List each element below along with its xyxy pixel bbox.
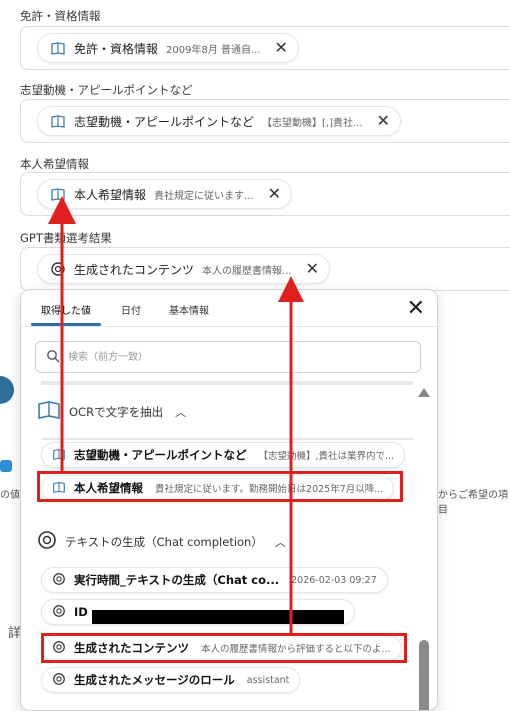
section-ocr[interactable]: OCRで文字を抽出 ︿ xyxy=(37,398,186,425)
chevron-up-icon: ︿ xyxy=(274,535,286,549)
section-gpt[interactable]: テキストの生成（Chat completion） ︿ xyxy=(37,530,286,553)
chip-gpt-result[interactable]: 生成されたコンテンツ 本人の履歴書情報... ✕ xyxy=(37,254,330,284)
background-text-b: からご希望の項目 xyxy=(438,490,508,516)
chip-title: 本人希望情報 xyxy=(74,187,147,202)
chip-preference[interactable]: 本人希望情報 貴社規定に従います... ✕ xyxy=(37,179,292,209)
background-text-a: の値 xyxy=(0,490,20,501)
openai-icon xyxy=(52,572,68,588)
highlight-box-preference xyxy=(37,471,403,502)
tab-bar: 取得した値 日付 基本情報 xyxy=(21,290,437,327)
section-title: テキストの生成（Chat completion） xyxy=(65,534,263,549)
item-title: 生成されたメッセージのロール xyxy=(74,673,235,687)
search-icon xyxy=(46,348,60,367)
chip-value: 【志望動機】[,]貴社... xyxy=(262,117,363,129)
chip-license[interactable]: 免許・資格情報 2009年8月 普通自... ✕ xyxy=(37,33,299,63)
search-box[interactable] xyxy=(35,341,421,373)
field-label-preference: 本人希望情報 xyxy=(20,157,89,171)
remove-icon[interactable]: ✕ xyxy=(275,40,288,56)
list-item[interactable]: ID xyxy=(41,599,355,625)
ocr-book-icon xyxy=(50,40,66,56)
chip-value: 本人の履歴書情報... xyxy=(202,265,292,277)
chip-value: 貴社規定に従います... xyxy=(154,190,254,202)
openai-icon xyxy=(37,530,57,553)
tab-basic-info[interactable]: 基本情報 xyxy=(169,302,209,317)
highlight-box-generated-content xyxy=(41,633,407,663)
remove-icon[interactable]: ✕ xyxy=(306,261,319,277)
openai-icon xyxy=(50,261,66,277)
remove-icon[interactable]: ✕ xyxy=(377,113,390,129)
scroll-up-icon[interactable] xyxy=(418,388,430,397)
item-value: 2026-02-03 09:27 xyxy=(291,574,377,586)
chip-value: 2009年8月 普通自... xyxy=(166,44,261,56)
ocr-book-icon xyxy=(50,186,66,202)
field-label-gpt-result: GPT書類選考結果 xyxy=(20,231,112,245)
field-license[interactable]: 免許・資格情報 2009年8月 普通自... ✕ xyxy=(20,26,510,70)
chip-motivation[interactable]: 志望動機・アピールポイントなど 【志望動機】[,]貴社... ✕ xyxy=(37,106,401,136)
background-badge-icon xyxy=(0,460,12,472)
background-button-edge xyxy=(0,376,14,404)
ocr-book-icon xyxy=(50,113,66,129)
chip-title: 志望動機・アピールポイントなど xyxy=(74,114,255,129)
scroll-thumb[interactable] xyxy=(419,640,429,710)
openai-icon xyxy=(52,604,68,620)
list-item[interactable]: 志望動機・アピールポイントなど 【志望動機】,貴社は業界内で... xyxy=(41,442,406,468)
openai-icon xyxy=(52,672,68,688)
field-gpt-result[interactable]: 生成されたコンテンツ 本人の履歴書情報... ✕ xyxy=(20,247,510,291)
scrollbar[interactable] xyxy=(418,380,430,710)
active-tab-indicator xyxy=(31,323,101,326)
field-label-motivation: 志望動機・アピールポイントなど xyxy=(20,83,193,97)
field-preference[interactable]: 本人希望情報 貴社規定に従います... ✕ xyxy=(20,172,510,216)
item-title: ID xyxy=(74,605,88,619)
close-button[interactable]: ✕ xyxy=(407,298,425,320)
item-title: 志望動機・アピールポイントなど xyxy=(74,448,247,462)
tab-retrieved-values[interactable]: 取得した値 xyxy=(41,302,91,317)
tab-date[interactable]: 日付 xyxy=(121,302,141,317)
list-item[interactable]: 実行時間_テキストの生成（Chat co... 2026-02-03 09:27 xyxy=(41,567,388,593)
remove-icon[interactable]: ✕ xyxy=(268,186,281,202)
search-input[interactable] xyxy=(66,350,400,364)
list-item[interactable]: 生成されたメッセージのロール assistant xyxy=(41,667,301,693)
chip-title: 生成されたコンテンツ xyxy=(74,262,195,277)
field-motivation[interactable]: 志望動機・アピールポイントなど 【志望動機】[,]貴社... ✕ xyxy=(20,99,510,143)
scrolled-item-edge xyxy=(41,381,413,385)
field-label-license: 免許・資格情報 xyxy=(20,9,101,23)
chevron-up-icon: ︿ xyxy=(175,405,187,419)
ocr-book-icon xyxy=(37,398,61,425)
ocr-book-icon xyxy=(52,447,68,463)
chip-title: 免許・資格情報 xyxy=(74,41,159,56)
section-title: OCRで文字を抽出 xyxy=(69,404,164,419)
item-value: 【志望動機】,貴社は業界内で... xyxy=(258,451,395,462)
item-title: 実行時間_テキストの生成（Chat co... xyxy=(74,573,280,587)
divider xyxy=(41,438,413,440)
redacted-value xyxy=(92,610,344,624)
item-value: assistant xyxy=(246,674,290,686)
